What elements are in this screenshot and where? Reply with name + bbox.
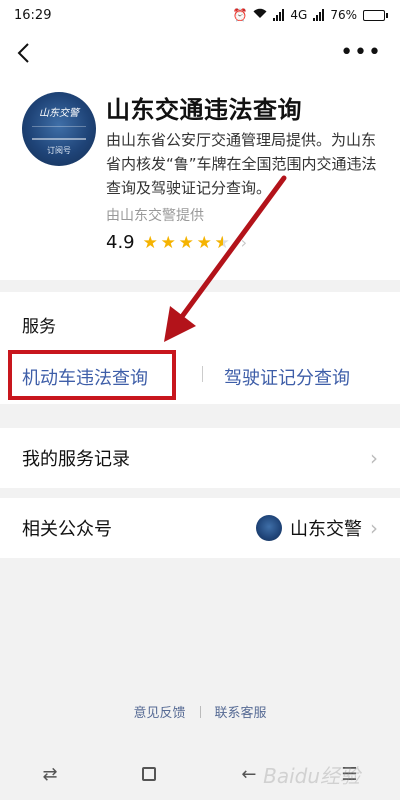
back-arrow-icon[interactable]: ← bbox=[241, 764, 256, 785]
more-button[interactable]: ••• bbox=[340, 42, 382, 64]
account-description: 由山东省公安厅交通管理局提供。为山东省内核发“鲁”车牌在全国范围内交通违法查询及… bbox=[106, 131, 377, 197]
star-icon: ★ bbox=[178, 232, 194, 253]
rating-score: 4.9 bbox=[106, 232, 135, 253]
related-account-avatar bbox=[256, 515, 282, 541]
footer-divider bbox=[199, 705, 201, 718]
signal-icon bbox=[273, 9, 285, 21]
battery-percent: 76% bbox=[330, 8, 357, 22]
signal-icon-2 bbox=[313, 9, 325, 21]
chevron-right-icon: › bbox=[240, 233, 248, 252]
alarm-icon: ⏰ bbox=[232, 8, 248, 22]
feedback-link[interactable]: 意见反馈 bbox=[133, 702, 185, 721]
status-bar: 16:29 ⏰ 4G 76% bbox=[0, 0, 400, 30]
home-square-icon[interactable] bbox=[142, 767, 157, 781]
status-icons: ⏰ 4G 76% bbox=[232, 8, 388, 22]
account-provider: 由山东交警提供 bbox=[106, 208, 204, 224]
star-icon: ★ bbox=[142, 232, 158, 253]
customer-service-link[interactable]: 联系客服 bbox=[215, 702, 267, 721]
highlight-box bbox=[8, 350, 176, 400]
wifi-icon bbox=[253, 8, 267, 22]
account-header: ••• 山东交警 订阅号 山东交通违法查询 由山东省公安厅交通管理局提供。为山东… bbox=[0, 30, 400, 280]
rating[interactable]: 4.9 ★ ★ ★ ★ ★ ★ › bbox=[106, 232, 247, 253]
service-divider bbox=[202, 366, 203, 382]
service-records-label: 我的服务记录 bbox=[22, 449, 130, 470]
related-accounts-row[interactable]: 相关公众号 山东交警 › bbox=[0, 498, 400, 558]
logo-badge: 订阅号 bbox=[47, 146, 71, 155]
related-account: 山东交警 bbox=[256, 515, 362, 541]
status-time: 16:29 bbox=[14, 7, 52, 23]
logo-text: 山东交警 bbox=[39, 108, 79, 119]
bridge-graphic bbox=[32, 126, 86, 140]
watermark: Baidu经验 bbox=[263, 764, 360, 788]
services-heading: 服务 bbox=[22, 317, 56, 337]
account-title: 山东交通违法查询 bbox=[106, 96, 302, 124]
switch-icon[interactable]: ⇄ bbox=[42, 764, 57, 785]
license-points-query-link[interactable]: 驾驶证记分查询 bbox=[224, 364, 350, 390]
related-accounts-label: 相关公众号 bbox=[22, 519, 112, 540]
network-label: 4G bbox=[290, 8, 308, 22]
battery-icon bbox=[363, 9, 388, 21]
star-icon: ★ bbox=[196, 232, 212, 253]
footer-links: 意见反馈 联系客服 bbox=[0, 702, 400, 721]
related-account-name: 山东交警 bbox=[290, 519, 362, 540]
rating-stars: ★ ★ ★ ★ ★ ★ bbox=[142, 232, 231, 253]
services-section: 服务 机动车违法查询 驾驶证记分查询 bbox=[0, 292, 400, 404]
star-icon: ★ bbox=[160, 232, 176, 253]
account-logo: 山东交警 订阅号 bbox=[22, 92, 96, 166]
chevron-right-icon: › bbox=[370, 516, 378, 540]
chevron-right-icon: › bbox=[370, 446, 378, 470]
service-records-row[interactable]: 我的服务记录 › bbox=[0, 428, 400, 488]
chevron-left-icon bbox=[17, 43, 29, 63]
back-button[interactable] bbox=[16, 42, 38, 64]
more-dots-icon: ••• bbox=[340, 40, 382, 65]
star-icon: ★ ★ bbox=[214, 232, 230, 253]
